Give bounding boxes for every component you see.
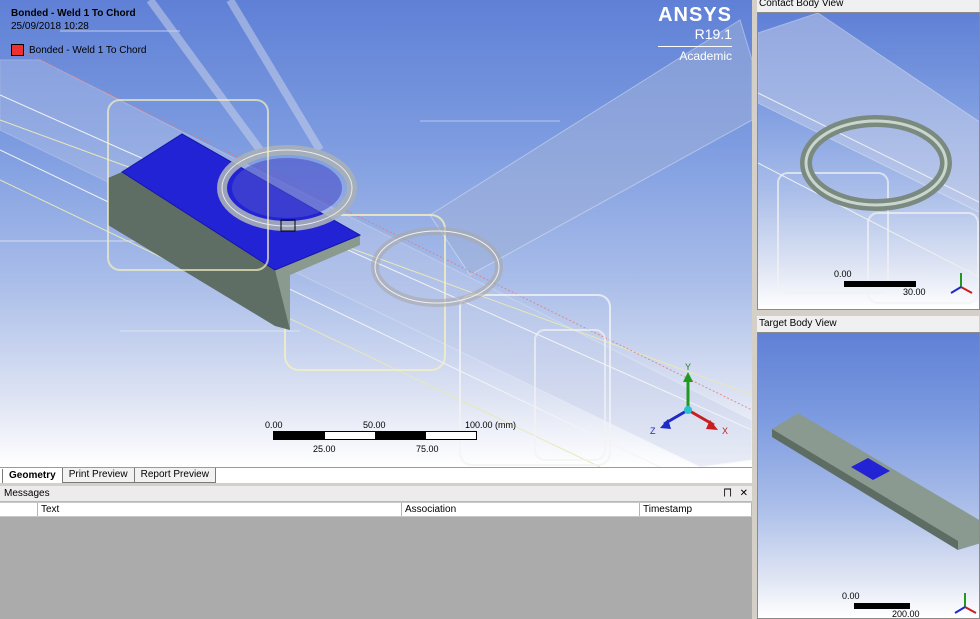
target-body-geometry: [772, 413, 979, 550]
column-text[interactable]: Text: [38, 503, 402, 516]
column-icon[interactable]: [0, 503, 38, 516]
messages-header: Messages ⨅ ✕: [0, 486, 752, 502]
target-scale-label-0: 0.00: [842, 591, 860, 601]
contact-body-view[interactable]: 0.00 30.00: [757, 12, 980, 310]
tab-geometry[interactable]: Geometry: [2, 469, 63, 483]
scale-label-25: 25.00: [313, 444, 336, 454]
logo-name: ANSYS: [658, 4, 732, 26]
contact-scale-label-1: 30.00: [903, 287, 926, 297]
target-view-title: Target Body View: [757, 316, 979, 332]
tab-report-preview[interactable]: Report Preview: [133, 468, 216, 483]
graphics-viewport[interactable]: Y X Z Bonded - Weld 1 To Chord 25/09/201…: [0, 0, 752, 467]
contact-axis-triad: [950, 273, 973, 294]
render-streak: [120, 330, 300, 332]
target-body-view[interactable]: 0.00 200.00: [757, 332, 980, 619]
model-geometry[interactable]: Y X Z: [0, 0, 752, 467]
legend-label: Bonded - Weld 1 To Chord: [29, 44, 147, 56]
messages-column-header: Text Association Timestamp: [0, 502, 752, 517]
weld-ring-inner: [232, 158, 342, 218]
scale-bar: 0.00 50.00 100.00 (mm) 25.00 75.00: [265, 420, 516, 460]
logo-version: R19.1: [694, 26, 732, 42]
ansys-logo: ANSYS R19.1 Academic: [658, 4, 732, 63]
scale-label-75: 75.00: [416, 444, 439, 454]
axis-y-label: Y: [685, 362, 691, 372]
axis-z-label: Z: [650, 426, 656, 436]
side-views: Contact Body View 0.00 30.00 Target Body…: [752, 0, 980, 619]
close-icon[interactable]: ✕: [740, 488, 748, 499]
scale-label-50: 50.00: [363, 420, 386, 430]
result-title: Bonded - Weld 1 To Chord: [11, 8, 136, 19]
legend: Bonded - Weld 1 To Chord: [11, 44, 146, 56]
view-tab-strip: Geometry Print Preview Report Preview: [0, 467, 752, 483]
render-streak: [420, 120, 560, 122]
contact-scale-label-0: 0.00: [834, 269, 852, 279]
target-beam-top: [772, 413, 979, 550]
logo-edition: Academic: [658, 46, 732, 63]
scale-label-0: 0.00: [265, 420, 283, 430]
messages-panel: Messages ⨅ ✕ Text Association Timestamp: [0, 486, 752, 619]
contact-view-title: Contact Body View: [757, 0, 979, 12]
column-association[interactable]: Association: [402, 503, 640, 516]
axis-x-label: X: [722, 426, 728, 436]
scale-label-100: 100.00 (mm): [465, 420, 517, 430]
scale-bar-graphic: [273, 431, 477, 440]
messages-title: Messages: [4, 488, 50, 499]
target-axis-triad: [954, 593, 977, 614]
column-timestamp[interactable]: Timestamp: [640, 503, 752, 516]
tab-print-preview[interactable]: Print Preview: [61, 468, 135, 483]
target-scale-label-1: 200.00: [892, 609, 920, 619]
target-beam-side: [772, 429, 958, 550]
legend-swatch: [11, 44, 24, 56]
pin-icon[interactable]: ⨅: [724, 488, 732, 499]
result-date: 25/09/2018 10:28: [11, 21, 89, 32]
